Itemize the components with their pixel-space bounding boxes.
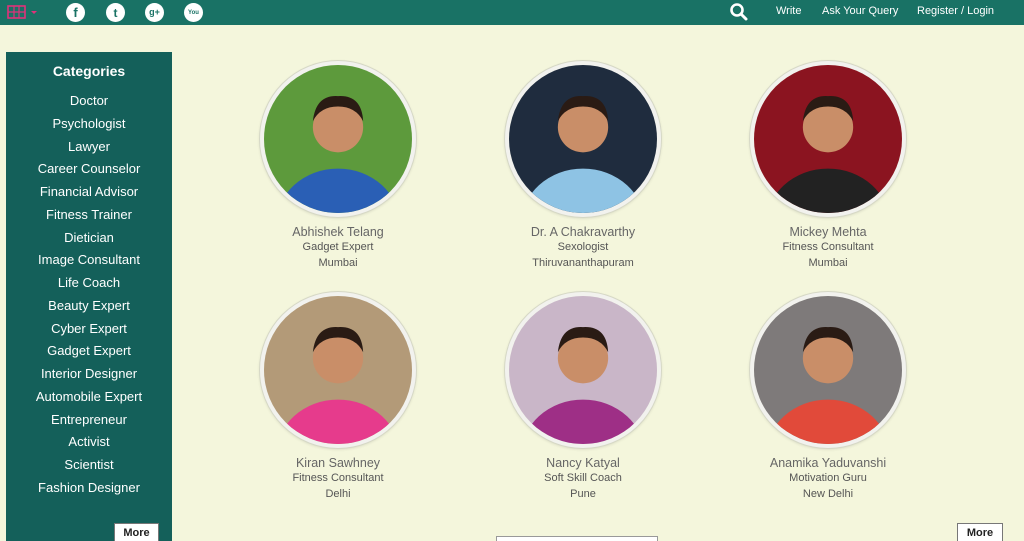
category-item-fitness-trainer[interactable]: Fitness Trainer [6,204,172,227]
expert-name[interactable]: Dr. A Chakravarthy [483,225,683,239]
expert-role: Fitness Consultant [292,472,384,484]
categories-list: Doctor Psychologist Lawyer Career Counselor… [6,90,172,500]
category-item-entrepreneur[interactable]: Entrepreneur [6,409,172,432]
categories-title: Categories [52,63,126,79]
category-item-automobile-expert[interactable]: Automobile Expert [6,386,172,409]
expert-card[interactable]: Abhishek Telang Gadget Expert Mumbai [238,61,438,271]
expert-role: Motivation Guru [789,472,867,484]
category-item-dietician[interactable]: Dietician [6,227,172,250]
expert-photo[interactable] [750,292,906,448]
category-item-beauty-expert[interactable]: Beauty Expert [6,295,172,318]
expert-name[interactable]: Nancy Katyal [483,456,683,470]
category-item-cyber-expert[interactable]: Cyber Expert [6,318,172,341]
write-link[interactable]: Write [776,5,801,17]
expert-name[interactable]: Mickey Mehta [728,225,928,239]
categories-more-button[interactable]: More [114,523,159,541]
expert-photo[interactable] [505,292,661,448]
category-item-psychologist[interactable]: Psychologist [6,113,172,136]
expert-card[interactable]: Anamika Yaduvanshi Motivation Guru New Del… [728,292,928,502]
expert-card[interactable]: Mickey Mehta Fitness Consultant Mumbai [728,61,928,271]
expert-city: Mumbai [318,257,358,269]
register-login-link[interactable]: Register / Login [917,5,994,17]
category-item-doctor[interactable]: Doctor [6,90,172,113]
expert-role: Gadget Expert [302,241,374,253]
twitter-icon[interactable]: t [106,3,125,22]
expert-city: Delhi [325,488,351,500]
expert-city: Thiruvananthapuram [532,257,634,269]
categories-sidebar: Categories Doctor Psychologist Lawyer Caree… [6,52,172,541]
category-item-interior-designer[interactable]: Interior Designer [6,363,172,386]
ask-your-query-link[interactable]: Ask Your Query [822,5,898,17]
expert-card[interactable]: Dr. A Chakravarthy Sexologist Thiruvananth… [483,61,683,271]
expert-card[interactable]: Kiran Sawhney Fitness Consultant Delhi [238,292,438,502]
grid-logo-icon[interactable] [6,3,40,21]
expert-name[interactable]: Abhishek Telang [238,225,438,239]
expert-city: New Delhi [802,488,854,500]
expert-photo[interactable] [750,61,906,217]
expert-name[interactable]: Kiran Sawhney [238,456,438,470]
expert-photo[interactable] [260,61,416,217]
expert-city: Pune [570,488,596,500]
category-item-image-consultant[interactable]: Image Consultant [6,249,172,272]
top-navigation-bar: f t g+ You Write Ask Your Query Register… [0,0,1024,25]
experts-more-button[interactable]: More [957,523,1003,541]
pagination-box[interactable] [496,536,658,541]
expert-role: Fitness Consultant [782,241,874,253]
category-item-financial-advisor[interactable]: Financial Advisor [6,181,172,204]
facebook-icon[interactable]: f [66,3,85,22]
expert-photo[interactable] [260,292,416,448]
expert-name[interactable]: Anamika Yaduvanshi [728,456,928,470]
category-item-scientist[interactable]: Scientist [6,454,172,477]
category-item-career-counselor[interactable]: Career Counselor [6,158,172,181]
expert-card[interactable]: Nancy Katyal Soft Skill Coach Pune [483,292,683,502]
search-icon[interactable] [729,2,749,22]
expert-city: Mumbai [808,257,848,269]
category-item-activist[interactable]: Activist [6,431,172,454]
category-item-gadget-expert[interactable]: Gadget Expert [6,340,172,363]
category-item-lawyer[interactable]: Lawyer [6,136,172,159]
google-plus-icon[interactable]: g+ [145,3,164,22]
expert-role: Soft Skill Coach [544,472,622,484]
category-item-fashion-designer[interactable]: Fashion Designer [6,477,172,500]
expert-role: Sexologist [557,241,609,253]
expert-photo[interactable] [505,61,661,217]
category-item-life-coach[interactable]: Life Coach [6,272,172,295]
youtube-icon[interactable]: You [184,3,203,22]
